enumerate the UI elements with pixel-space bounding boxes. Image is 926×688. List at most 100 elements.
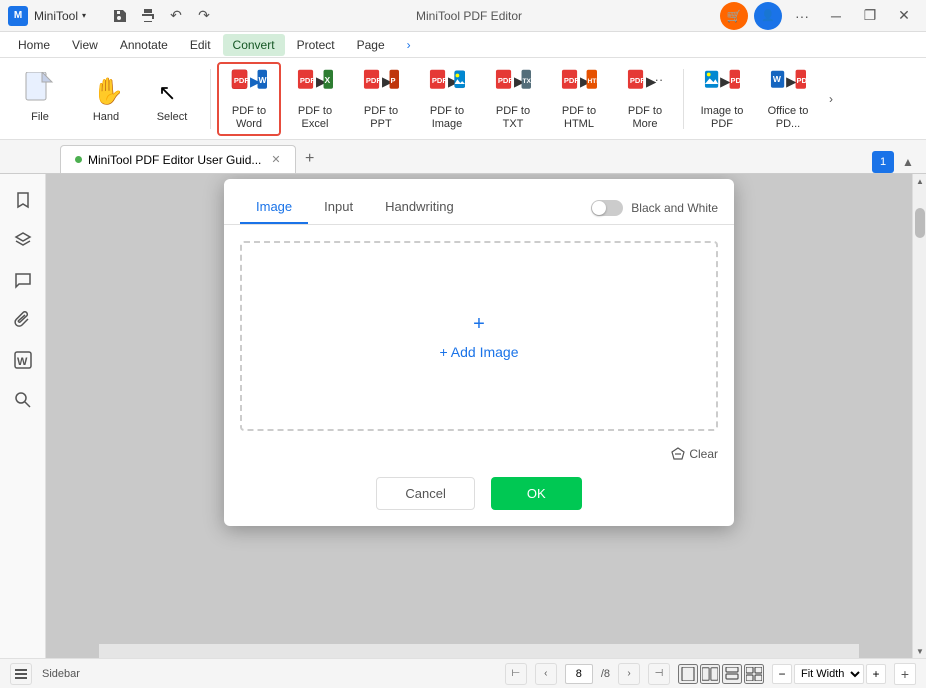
tool-pdf-to-html[interactable]: PDF ▶ HTML PDF to HTML bbox=[547, 62, 611, 136]
svg-text:PDF: PDF bbox=[432, 76, 448, 85]
modal-tab-image[interactable]: Image bbox=[240, 191, 308, 224]
first-page-button[interactable]: ⊢ bbox=[505, 663, 527, 685]
attachments-panel-icon[interactable] bbox=[5, 302, 41, 338]
tool-pdf-to-word[interactable]: PDF ▶ W PDF to Word bbox=[217, 62, 281, 136]
pdf-to-image-icon: PDF ▶ bbox=[429, 66, 465, 102]
tool-pdf-to-excel[interactable]: PDF ▶ X PDF to Excel bbox=[283, 62, 347, 136]
document-area[interactable]: Image Input Handwriting Black and White bbox=[46, 174, 912, 658]
menu-more[interactable]: › bbox=[397, 34, 421, 56]
modal-footer-bar: Clear bbox=[224, 447, 734, 465]
svg-text:P: P bbox=[390, 76, 395, 85]
continuous-scroll-button[interactable] bbox=[722, 664, 742, 684]
upload-text: + Add Image bbox=[439, 344, 518, 360]
modal-tab-input[interactable]: Input bbox=[308, 191, 369, 224]
tool-pdf-to-ppt-label: PDF to PPT bbox=[353, 105, 409, 131]
tool-pdf-to-word-label: PDF to Word bbox=[223, 105, 275, 131]
app-name: MiniTool ▾ bbox=[34, 9, 86, 23]
zoom-out-button[interactable]: − bbox=[772, 664, 792, 684]
comments-panel-icon[interactable] bbox=[5, 262, 41, 298]
scroll-track[interactable] bbox=[913, 188, 926, 644]
scroll-up-arrow[interactable]: ▲ bbox=[913, 174, 926, 188]
clear-button[interactable]: Clear bbox=[671, 447, 718, 461]
upload-zone[interactable]: + + Add Image bbox=[240, 241, 718, 431]
sidebar-toggle-button[interactable] bbox=[10, 663, 32, 685]
modal-switch-area: Black and White bbox=[591, 200, 718, 216]
user-avatar[interactable]: 👤 bbox=[754, 2, 782, 30]
title-bar: M MiniTool ▾ ↶ ↷ MiniTool PDF Editor 🛒 👤… bbox=[0, 0, 926, 32]
overflow-button[interactable]: ··· bbox=[788, 2, 816, 30]
menu-convert[interactable]: Convert bbox=[223, 34, 285, 56]
prev-page-button[interactable]: ‹ bbox=[535, 663, 557, 685]
page-number-input[interactable] bbox=[565, 664, 593, 684]
last-page-button[interactable]: ⊣ bbox=[648, 663, 670, 685]
new-tab-button[interactable]: + bbox=[296, 145, 324, 173]
menu-view[interactable]: View bbox=[62, 34, 108, 56]
svg-text:HTML: HTML bbox=[588, 78, 597, 85]
close-button[interactable]: ✕ bbox=[890, 2, 918, 30]
svg-text:PDF: PDF bbox=[564, 76, 580, 85]
word-panel-icon[interactable]: W bbox=[5, 342, 41, 378]
vertical-scrollbar[interactable]: ▲ ▼ bbox=[912, 174, 926, 658]
svg-text:PDF: PDF bbox=[300, 76, 316, 85]
tool-pdf-to-html-label: PDF to HTML bbox=[551, 105, 607, 131]
tool-select[interactable]: ↖ Select bbox=[140, 62, 204, 136]
tool-select-label: Select bbox=[157, 111, 188, 124]
undo-button[interactable]: ↶ bbox=[162, 2, 190, 30]
next-page-button[interactable]: › bbox=[618, 663, 640, 685]
svg-text:✋: ✋ bbox=[92, 76, 120, 106]
ok-button[interactable]: OK bbox=[491, 477, 582, 510]
print-button[interactable] bbox=[134, 2, 162, 30]
layers-panel-icon[interactable] bbox=[5, 222, 41, 258]
bookmark-panel-icon[interactable] bbox=[5, 182, 41, 218]
tool-hand-label: Hand bbox=[93, 111, 119, 124]
tool-pdf-to-image[interactable]: PDF ▶ PDF to Image bbox=[415, 62, 479, 136]
menu-page[interactable]: Page bbox=[347, 34, 395, 56]
content-wrapper: Image Input Handwriting Black and White bbox=[46, 174, 926, 658]
tab-scroll-up[interactable]: ▲ bbox=[898, 152, 918, 172]
tool-pdf-to-txt-label: PDF to TXT bbox=[485, 105, 541, 131]
cart-icon[interactable]: 🛒 bbox=[720, 2, 748, 30]
scroll-thumb[interactable] bbox=[915, 208, 925, 238]
menu-protect[interactable]: Protect bbox=[287, 34, 345, 56]
title-bar-right: 🛒 👤 ··· ─ ❐ ✕ bbox=[720, 2, 918, 30]
search-panel-icon[interactable] bbox=[5, 382, 41, 418]
svg-text:X: X bbox=[324, 75, 330, 85]
tool-file[interactable]: File bbox=[8, 62, 72, 136]
minimize-button[interactable]: ─ bbox=[822, 2, 850, 30]
tool-office-to-pdf[interactable]: W ▶ PDF Office to PD... bbox=[756, 62, 820, 136]
save-button[interactable] bbox=[106, 2, 134, 30]
two-page-view-button[interactable] bbox=[700, 664, 720, 684]
black-white-toggle[interactable] bbox=[591, 200, 623, 216]
tool-pdf-to-ppt[interactable]: PDF ▶ P PDF to PPT bbox=[349, 62, 413, 136]
zoom-in-button[interactable]: + bbox=[866, 664, 886, 684]
sidebar-icons: W bbox=[0, 174, 46, 658]
cancel-button[interactable]: Cancel bbox=[376, 477, 474, 510]
menu-annotate[interactable]: Annotate bbox=[110, 34, 178, 56]
redo-button[interactable]: ↷ bbox=[190, 2, 218, 30]
file-icon bbox=[22, 72, 58, 108]
image-to-pdf-icon: ▶ PDF bbox=[704, 66, 740, 102]
modal-body: + + Add Image bbox=[224, 225, 734, 447]
restore-button[interactable]: ❐ bbox=[856, 2, 884, 30]
modal-tab-handwriting[interactable]: Handwriting bbox=[369, 191, 470, 224]
document-tab[interactable]: MiniTool PDF Editor User Guid... ✕ bbox=[60, 145, 296, 173]
tool-image-to-pdf[interactable]: ▶ PDF Image to PDF bbox=[690, 62, 754, 136]
zoom-level-select[interactable]: Fit Width bbox=[794, 664, 864, 684]
tab-title: MiniTool PDF Editor User Guid... bbox=[88, 153, 261, 167]
single-page-view-button[interactable] bbox=[678, 664, 698, 684]
app-dropdown-arrow[interactable]: ▾ bbox=[82, 11, 86, 20]
add-page-button[interactable]: + bbox=[894, 663, 916, 685]
toolbar-scroll-right[interactable]: › bbox=[822, 62, 840, 136]
menu-home[interactable]: Home bbox=[8, 34, 60, 56]
tool-pdf-to-txt[interactable]: PDF ▶ TXT PDF to TXT bbox=[481, 62, 545, 136]
scroll-down-arrow[interactable]: ▼ bbox=[913, 644, 926, 658]
menu-edit[interactable]: Edit bbox=[180, 34, 221, 56]
tool-pdf-to-more[interactable]: PDF ▶ ··· PDF to More bbox=[613, 62, 677, 136]
tab-close-icon[interactable]: ✕ bbox=[271, 153, 280, 166]
thumbnail-view-button[interactable] bbox=[744, 664, 764, 684]
tool-hand[interactable]: ✋ Hand bbox=[74, 62, 138, 136]
tab-bar: MiniTool PDF Editor User Guid... ✕ + 1 ▲ bbox=[0, 140, 926, 174]
office-to-pdf-icon: W ▶ PDF bbox=[770, 66, 806, 102]
svg-text:PDF: PDF bbox=[630, 76, 646, 85]
menu-bar: Home View Annotate Edit Convert Protect … bbox=[0, 32, 926, 58]
